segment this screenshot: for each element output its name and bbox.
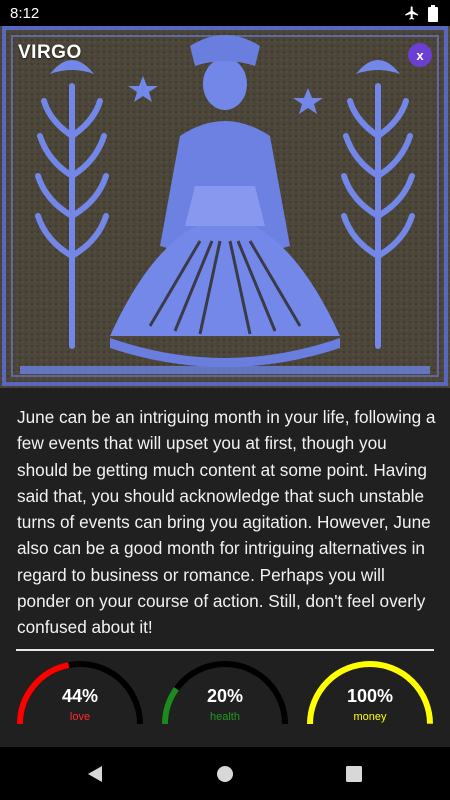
status-time: 8:12 [10, 4, 40, 22]
close-button[interactable]: x [408, 43, 432, 67]
sign-title: VIRGO [18, 42, 82, 63]
gauge-label: love [69, 711, 91, 723]
gauge-label: money [353, 711, 387, 723]
recents-square-icon [346, 765, 362, 782]
divider [16, 649, 434, 651]
home-button[interactable] [195, 747, 255, 800]
airplane-mode-icon [405, 6, 418, 20]
money-gauge: 100% money [306, 660, 434, 732]
gauge-value: 44% [61, 686, 99, 706]
recents-button[interactable] [324, 747, 384, 800]
battery-icon [428, 4, 438, 22]
status-icons [404, 4, 438, 22]
back-button[interactable] [65, 747, 125, 800]
health-gauge: 20% health [161, 660, 289, 732]
love-gauge: 44% love [16, 660, 144, 732]
navigation-bar [0, 747, 450, 800]
home-circle-icon [217, 765, 233, 782]
horoscope-text: June can be an intriguing month in your … [17, 407, 436, 638]
gauge-value: 20% [206, 686, 244, 706]
gauge-label: health [210, 711, 240, 723]
status-bar: 8:12 [0, 0, 450, 26]
zodiac-illustration [0, 26, 450, 388]
gauge-value: 100% [346, 686, 394, 706]
back-triangle-icon [88, 765, 102, 782]
